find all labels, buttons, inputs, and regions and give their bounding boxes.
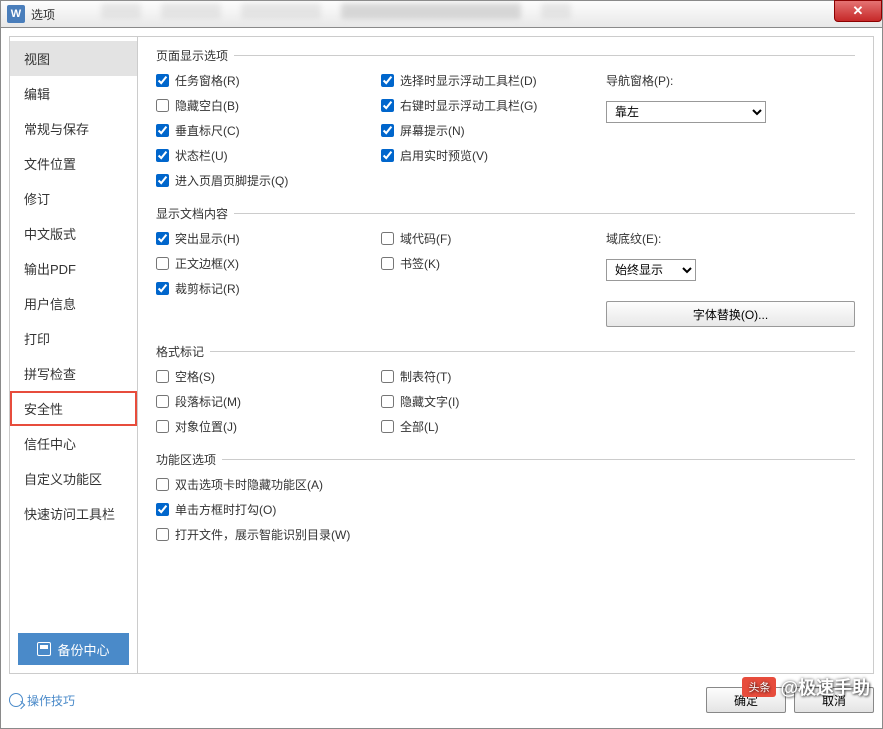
background-blur — [101, 3, 822, 27]
chk-all[interactable]: 全部(L) — [381, 418, 606, 435]
backup-icon — [37, 642, 51, 656]
sidebar-item-security[interactable]: 安全性 — [10, 391, 137, 426]
chk-bookmarks[interactable]: 书签(K) — [381, 255, 606, 272]
chk-header-footer-tip-input[interactable] — [156, 174, 169, 187]
chk-vertical-ruler-input[interactable] — [156, 124, 169, 137]
chk-text-border-input[interactable] — [156, 257, 169, 270]
chk-object-anchors-input[interactable] — [156, 420, 169, 433]
app-icon: W — [7, 5, 25, 23]
chk-field-codes-input[interactable] — [381, 232, 394, 245]
font-substitution-button[interactable]: 字体替换(O)... — [606, 301, 855, 327]
chk-hidden-text[interactable]: 隐藏文字(I) — [381, 393, 606, 410]
field-shading-label: 域底纹(E): — [606, 230, 855, 247]
window-body: 视图 编辑 常规与保存 文件位置 修订 中文版式 输出PDF 用户信息 打印 拼… — [0, 28, 883, 729]
chk-dblclick-hide-ribbon-input[interactable] — [156, 478, 169, 491]
chk-smart-toc-input[interactable] — [156, 528, 169, 541]
chk-hide-blank[interactable]: 隐藏空白(B) — [156, 97, 381, 114]
section-format-marks: 格式标记 空格(S) 段落标记(M) 对象位置(J) 制表符(T) 隐藏文字(I… — [156, 343, 855, 441]
titlebar: W 选项 ✕ — [0, 0, 883, 28]
sidebar-item-quick-access[interactable]: 快速访问工具栏 — [10, 496, 137, 531]
footer-buttons: 确定 取消 — [706, 687, 874, 713]
sidebar-item-file-location[interactable]: 文件位置 — [10, 146, 137, 181]
chk-status-bar-input[interactable] — [156, 149, 169, 162]
legend-doc-content: 显示文档内容 — [156, 205, 234, 222]
backup-center-button[interactable]: 备份中心 — [18, 633, 129, 665]
tips-label: 操作技巧 — [27, 692, 75, 709]
sidebar-list: 视图 编辑 常规与保存 文件位置 修订 中文版式 输出PDF 用户信息 打印 拼… — [10, 37, 137, 625]
chk-dblclick-hide-ribbon[interactable]: 双击选项卡时隐藏功能区(A) — [156, 476, 855, 493]
chk-task-pane-input[interactable] — [156, 74, 169, 87]
chk-live-preview[interactable]: 启用实时预览(V) — [381, 147, 606, 164]
chk-highlight-input[interactable] — [156, 232, 169, 245]
nav-pane-select[interactable]: 靠左 — [606, 101, 766, 123]
close-button[interactable]: ✕ — [834, 0, 882, 22]
chk-vertical-ruler[interactable]: 垂直标尺(C) — [156, 122, 381, 139]
sidebar-item-customize-ribbon[interactable]: 自定义功能区 — [10, 461, 137, 496]
window-title: 选项 — [31, 6, 55, 23]
sidebar-item-revision[interactable]: 修订 — [10, 181, 137, 216]
section-doc-content: 显示文档内容 突出显示(H) 正文边框(X) 裁剪标记(R) 域代码(F) 书签… — [156, 205, 855, 333]
chk-float-toolbar-rightclick-input[interactable] — [381, 99, 394, 112]
chk-field-codes[interactable]: 域代码(F) — [381, 230, 606, 247]
sidebar: 视图 编辑 常规与保存 文件位置 修订 中文版式 输出PDF 用户信息 打印 拼… — [10, 37, 138, 673]
legend-page-display: 页面显示选项 — [156, 47, 234, 64]
tips-link[interactable]: 操作技巧 — [9, 692, 75, 709]
content-panel: 页面显示选项 任务窗格(R) 隐藏空白(B) 垂直标尺(C) 状态栏(U) 进入… — [138, 37, 873, 673]
sidebar-item-chinese-layout[interactable]: 中文版式 — [10, 216, 137, 251]
section-ribbon: 功能区选项 双击选项卡时隐藏功能区(A) 单击方框时打勾(O) 打开文件，展示智… — [156, 451, 855, 543]
chk-paragraph-marks[interactable]: 段落标记(M) — [156, 393, 381, 410]
ok-button[interactable]: 确定 — [706, 687, 786, 713]
chk-live-preview-input[interactable] — [381, 149, 394, 162]
tips-icon — [9, 693, 23, 707]
chk-spaces-input[interactable] — [156, 370, 169, 383]
sidebar-item-general-save[interactable]: 常规与保存 — [10, 111, 137, 146]
chk-tabs-input[interactable] — [381, 370, 394, 383]
chk-screen-tips[interactable]: 屏幕提示(N) — [381, 122, 606, 139]
sidebar-item-spellcheck[interactable]: 拼写检查 — [10, 356, 137, 391]
sidebar-item-output-pdf[interactable]: 输出PDF — [10, 251, 137, 286]
chk-tabs[interactable]: 制表符(T) — [381, 368, 606, 385]
chk-highlight[interactable]: 突出显示(H) — [156, 230, 381, 247]
legend-format-marks: 格式标记 — [156, 343, 210, 360]
chk-paragraph-marks-input[interactable] — [156, 395, 169, 408]
chk-bookmarks-input[interactable] — [381, 257, 394, 270]
sidebar-item-user-info[interactable]: 用户信息 — [10, 286, 137, 321]
chk-task-pane[interactable]: 任务窗格(R) — [156, 72, 381, 89]
backup-label: 备份中心 — [57, 640, 109, 659]
chk-click-check-input[interactable] — [156, 503, 169, 516]
chk-float-toolbar-select[interactable]: 选择时显示浮动工具栏(D) — [381, 72, 606, 89]
chk-text-border[interactable]: 正文边框(X) — [156, 255, 381, 272]
close-icon: ✕ — [853, 3, 864, 19]
cancel-button[interactable]: 取消 — [794, 687, 874, 713]
chk-float-toolbar-select-input[interactable] — [381, 74, 394, 87]
sidebar-item-edit[interactable]: 编辑 — [10, 76, 137, 111]
sidebar-item-print[interactable]: 打印 — [10, 321, 137, 356]
inner-frame: 视图 编辑 常规与保存 文件位置 修订 中文版式 输出PDF 用户信息 打印 拼… — [9, 36, 874, 674]
chk-click-check[interactable]: 单击方框时打勾(O) — [156, 501, 855, 518]
chk-header-footer-tip[interactable]: 进入页眉页脚提示(Q) — [156, 172, 381, 189]
chk-hidden-text-input[interactable] — [381, 395, 394, 408]
chk-all-input[interactable] — [381, 420, 394, 433]
footer: 操作技巧 确定 取消 — [9, 680, 874, 720]
chk-status-bar[interactable]: 状态栏(U) — [156, 147, 381, 164]
chk-object-anchors[interactable]: 对象位置(J) — [156, 418, 381, 435]
section-page-display: 页面显示选项 任务窗格(R) 隐藏空白(B) 垂直标尺(C) 状态栏(U) 进入… — [156, 47, 855, 195]
field-shading-select[interactable]: 始终显示 — [606, 259, 696, 281]
chk-spaces[interactable]: 空格(S) — [156, 368, 381, 385]
nav-pane-label: 导航窗格(P): — [606, 72, 855, 89]
chk-hide-blank-input[interactable] — [156, 99, 169, 112]
chk-crop-marks[interactable]: 裁剪标记(R) — [156, 280, 381, 297]
sidebar-item-trust-center[interactable]: 信任中心 — [10, 426, 137, 461]
chk-smart-toc[interactable]: 打开文件，展示智能识别目录(W) — [156, 526, 855, 543]
legend-ribbon: 功能区选项 — [156, 451, 222, 468]
chk-screen-tips-input[interactable] — [381, 124, 394, 137]
sidebar-item-view[interactable]: 视图 — [10, 41, 137, 76]
chk-float-toolbar-rightclick[interactable]: 右键时显示浮动工具栏(G) — [381, 97, 606, 114]
chk-crop-marks-input[interactable] — [156, 282, 169, 295]
